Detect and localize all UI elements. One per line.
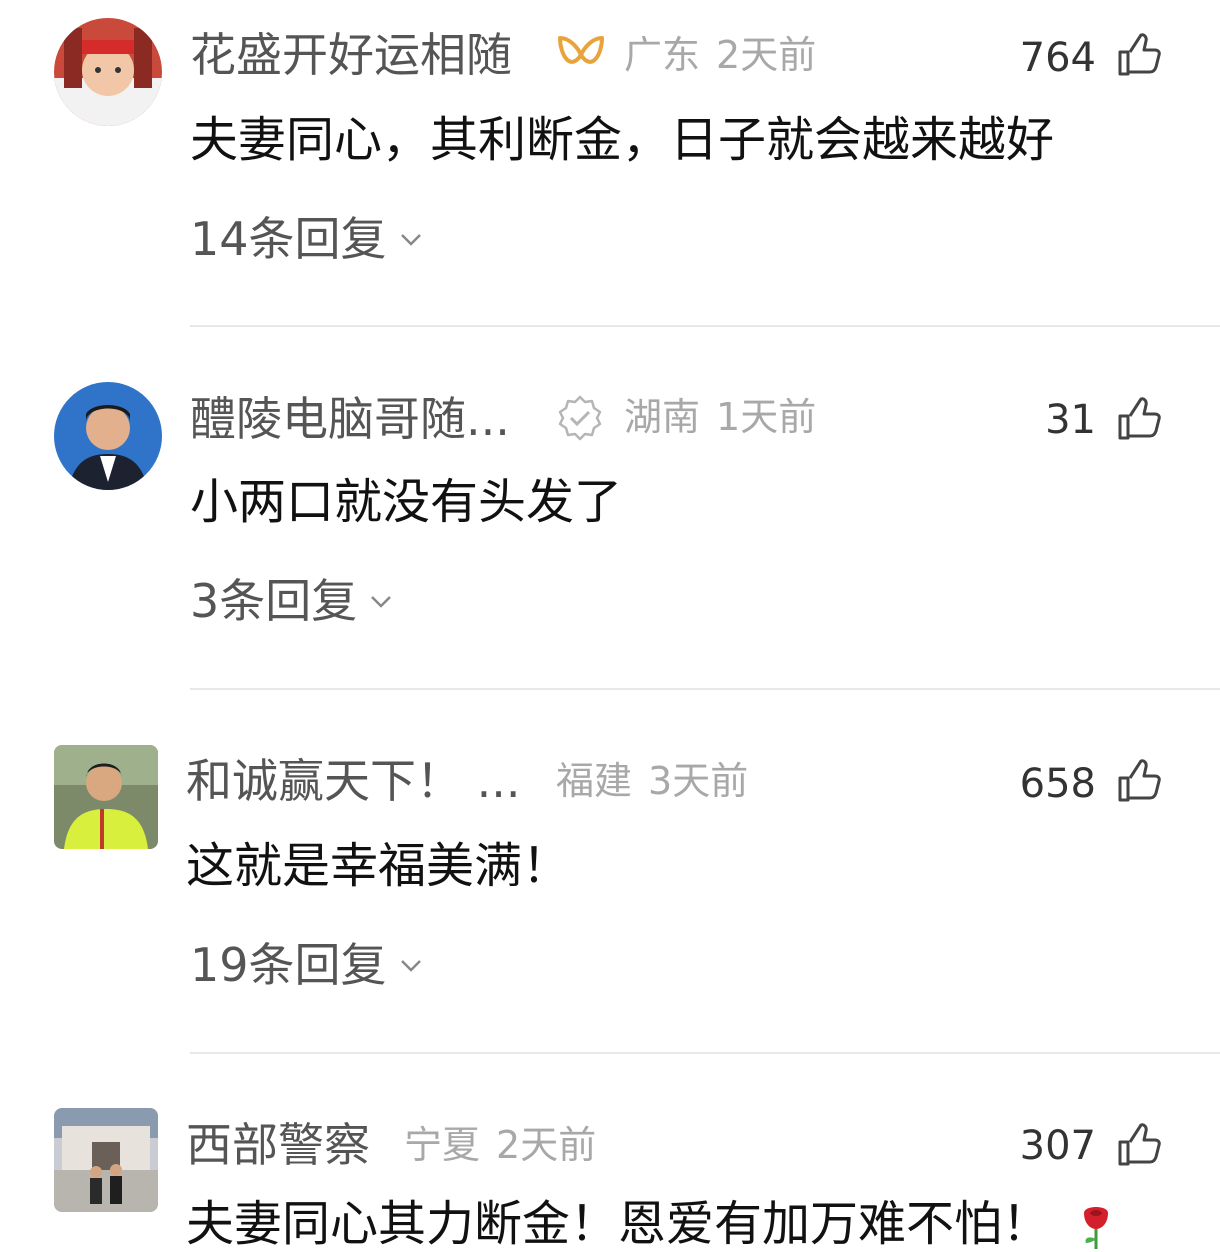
avatar-image <box>54 382 162 490</box>
region-label: 福建 <box>556 759 633 803</box>
timestamp: 1天前 <box>716 395 817 439</box>
region-label: 宁夏 <box>404 1123 481 1167</box>
verified-badge-icon <box>556 394 604 446</box>
avatar[interactable] <box>54 382 162 490</box>
timestamp: 3天前 <box>648 759 749 803</box>
region-label: 广东 <box>624 33 701 77</box>
avatar[interactable] <box>54 745 158 849</box>
region-label: 湖南 <box>624 395 701 439</box>
like-count: 658 <box>1019 761 1096 807</box>
comment-meta: 宁夏 2天前 <box>404 1126 612 1164</box>
avatar[interactable] <box>54 18 162 126</box>
timestamp: 2天前 <box>496 1123 597 1167</box>
comment-text: 小两口就没有头发了 <box>190 474 623 530</box>
comment-meta: 湖南 1天前 <box>624 398 832 436</box>
replies-count: 14条回复 <box>190 212 387 266</box>
comment-meta: 广东 2天前 <box>624 36 832 74</box>
username[interactable]: 醴陵电脑哥随... <box>190 396 510 442</box>
username[interactable]: 和诚赢天下！ ... <box>186 758 521 804</box>
replies-count: 3条回复 <box>190 574 358 628</box>
like-count: 764 <box>1019 35 1096 81</box>
thumbs-up-icon[interactable] <box>1116 396 1162 442</box>
chevron-down-icon <box>371 596 392 608</box>
comment-text: 这就是幸福美满！ <box>186 838 571 894</box>
replies-toggle[interactable]: 3条回复 <box>190 578 395 624</box>
thumbs-up-icon[interactable] <box>1116 32 1162 78</box>
comment-text: 夫妻同心，其利断金，日子就会越来越好 <box>190 112 1055 168</box>
replies-toggle[interactable]: 14条回复 <box>190 216 425 262</box>
avatar[interactable] <box>54 1108 158 1212</box>
replies-toggle[interactable]: 19条回复 <box>190 942 425 988</box>
gold-ribbon-icon <box>556 34 606 80</box>
comment-meta: 福建 3天前 <box>556 762 764 800</box>
chevron-down-icon <box>400 234 421 246</box>
divider <box>190 325 1220 327</box>
thumbs-up-icon[interactable] <box>1116 1122 1162 1168</box>
avatar-image <box>54 18 162 126</box>
chevron-down-icon <box>400 960 421 972</box>
avatar-image <box>54 745 158 849</box>
comment-content-row: 夫妻同心其力断金！恩爱有加万难不怕！ <box>186 1200 1114 1251</box>
like-count: 307 <box>1019 1123 1096 1169</box>
like-count: 31 <box>1045 397 1096 443</box>
replies-count: 19条回复 <box>190 938 387 992</box>
thumbs-up-icon[interactable] <box>1116 758 1162 804</box>
username[interactable]: 花盛开好运相随 <box>190 32 512 78</box>
timestamp: 2天前 <box>716 33 817 77</box>
divider <box>190 688 1220 690</box>
username[interactable]: 西部警察 <box>186 1122 370 1168</box>
divider <box>190 1052 1220 1054</box>
avatar-image <box>54 1108 158 1212</box>
